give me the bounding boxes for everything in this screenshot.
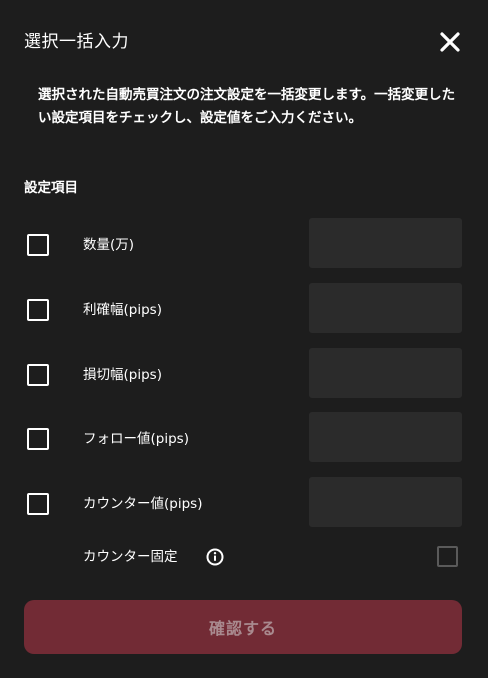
quantity-input[interactable] bbox=[309, 218, 462, 268]
setting-row-counter: カウンター値(pips) bbox=[0, 477, 488, 527]
stop-loss-input[interactable] bbox=[309, 348, 462, 398]
take-profit-label: 利確幅(pips) bbox=[83, 302, 162, 318]
dialog-header: 選択一括入力 bbox=[24, 28, 464, 56]
stop-loss-label: 損切幅(pips) bbox=[83, 367, 162, 383]
section-label-settings: 設定項目 bbox=[24, 180, 78, 196]
counter-lock-label: カウンター固定 bbox=[83, 549, 178, 565]
take-profit-checkbox[interactable] bbox=[27, 299, 49, 321]
dialog-title: 選択一括入力 bbox=[24, 32, 129, 52]
counter-label: カウンター値(pips) bbox=[83, 496, 203, 512]
close-icon bbox=[440, 32, 460, 52]
info-icon[interactable] bbox=[206, 548, 224, 566]
quantity-label: 数量(万) bbox=[83, 237, 135, 253]
setting-row-take-profit: 利確幅(pips) bbox=[0, 283, 488, 333]
setting-row-follow: フォロー値(pips) bbox=[0, 412, 488, 462]
confirm-button[interactable]: 確認する bbox=[24, 600, 462, 654]
setting-row-quantity: 数量(万) bbox=[0, 218, 488, 268]
counter-input[interactable] bbox=[309, 477, 462, 527]
follow-label: フォロー値(pips) bbox=[83, 431, 189, 447]
quantity-checkbox[interactable] bbox=[27, 234, 49, 256]
stop-loss-checkbox[interactable] bbox=[27, 364, 49, 386]
dialog-description: 選択された自動売買注文の注文設定を一括変更します。一括変更したい設定項目をチェッ… bbox=[38, 87, 456, 126]
counter-checkbox[interactable] bbox=[27, 493, 49, 515]
close-button[interactable] bbox=[438, 30, 462, 54]
bulk-input-dialog: 選択一括入力 選択された自動売買注文の注文設定を一括変更します。一括変更したい設… bbox=[0, 0, 488, 678]
setting-row-stop-loss: 損切幅(pips) bbox=[0, 348, 488, 398]
follow-checkbox[interactable] bbox=[27, 428, 49, 450]
counter-lock-row: カウンター固定 bbox=[0, 538, 488, 578]
follow-input[interactable] bbox=[309, 412, 462, 462]
counter-lock-checkbox[interactable] bbox=[437, 546, 458, 567]
take-profit-input[interactable] bbox=[309, 283, 462, 333]
